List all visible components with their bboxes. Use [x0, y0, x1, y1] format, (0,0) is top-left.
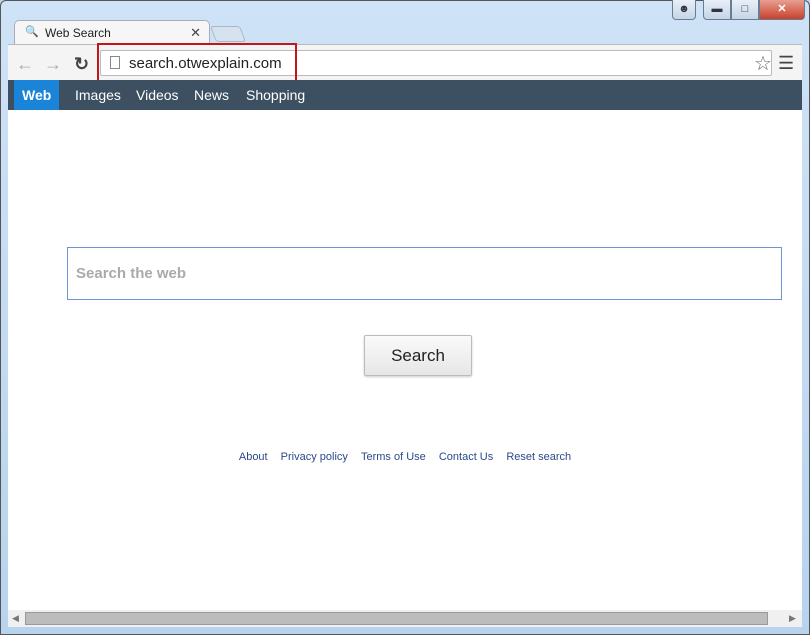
back-icon[interactable]: ← — [16, 54, 34, 75]
search-icon: 🔍 — [25, 26, 39, 38]
browser-tab[interactable]: 🔍 Web Search ✕ — [14, 20, 210, 44]
scroll-left-icon[interactable]: ◀ — [12, 613, 19, 624]
reload-icon[interactable]: ↻ — [74, 54, 89, 75]
forward-icon[interactable]: → — [44, 54, 62, 75]
page-content: Search About Privacy policy Terms of Use… — [8, 110, 802, 610]
scroll-right-icon[interactable]: ▶ — [789, 613, 796, 624]
category-news[interactable]: News — [194, 80, 229, 110]
footer-terms[interactable]: Terms of Use — [361, 451, 426, 463]
search-button[interactable]: Search — [364, 335, 472, 376]
close-tab-icon[interactable]: ✕ — [190, 25, 201, 41]
footer-about[interactable]: About — [239, 451, 268, 463]
category-shopping[interactable]: Shopping — [246, 80, 305, 110]
footer-contact[interactable]: Contact Us — [439, 451, 493, 463]
tab-title: Web Search — [45, 26, 111, 40]
footer-privacy[interactable]: Privacy policy — [281, 451, 348, 463]
bookmark-star-icon[interactable]: ☆ — [754, 51, 772, 76]
horizontal-scrollbar[interactable]: ◀ ▶ — [8, 610, 802, 627]
category-images[interactable]: Images — [75, 80, 121, 110]
footer-links: About Privacy policy Terms of Use Contac… — [8, 451, 802, 463]
category-nav: Web Images Videos News Shopping — [8, 80, 802, 110]
menu-icon[interactable]: ☰ — [778, 53, 794, 74]
maximize-button[interactable]: □ — [731, 0, 759, 20]
minimize-button[interactable]: ▬ — [703, 0, 731, 20]
category-videos[interactable]: Videos — [136, 80, 179, 110]
footer-reset[interactable]: Reset search — [506, 451, 571, 463]
category-web[interactable]: Web — [14, 80, 60, 110]
new-tab-button[interactable] — [210, 26, 246, 42]
search-input[interactable] — [67, 247, 782, 300]
scroll-thumb[interactable] — [25, 612, 768, 625]
close-window-button[interactable]: ✕ — [759, 0, 805, 20]
user-button[interactable]: ☻ — [672, 0, 696, 20]
